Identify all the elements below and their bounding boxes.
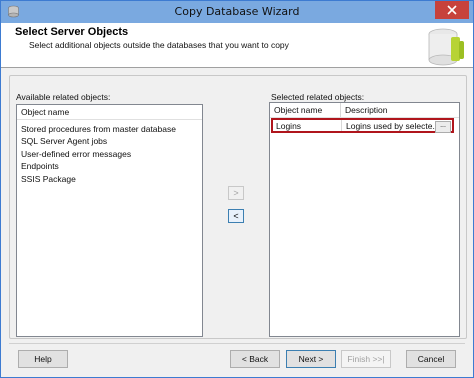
selected-label: Selected related objects: — [271, 92, 365, 102]
list-item[interactable]: User-defined error messages — [21, 148, 131, 160]
help-button[interactable]: Help — [18, 350, 68, 368]
add-object-button[interactable]: > — [228, 186, 244, 200]
wizard-header: Select Server Objects Select additional … — [1, 23, 473, 68]
selected-row-logins[interactable]: Logins Logins used by selecte... ... — [271, 118, 454, 133]
list-item[interactable]: SQL Server Agent jobs — [21, 135, 107, 147]
row-details-button[interactable]: ... — [435, 121, 451, 133]
row-object-name: Logins — [276, 121, 302, 131]
row-description: Logins used by selecte... — [346, 121, 436, 131]
selected-objects-list[interactable]: Object name Description Logins Logins us… — [269, 102, 460, 337]
database-wizard-icon — [428, 28, 464, 66]
title-bar[interactable]: Copy Database Wizard — [1, 1, 473, 23]
window-title: Copy Database Wizard — [174, 5, 300, 18]
wizard-window: Copy Database Wizard Select Server Objec… — [0, 0, 474, 378]
page-title: Select Server Objects — [15, 26, 129, 38]
back-button[interactable]: < Back — [230, 350, 280, 368]
column-object-name[interactable]: Object name — [274, 105, 322, 115]
cancel-button[interactable]: Cancel — [406, 350, 456, 368]
remove-object-button[interactable]: < — [228, 209, 244, 223]
selected-list-header: Object name Description — [270, 103, 459, 118]
close-button[interactable] — [435, 1, 469, 19]
column-separator[interactable] — [340, 103, 341, 117]
column-separator — [341, 120, 342, 131]
available-list-header: Object name — [17, 105, 202, 120]
available-objects-list[interactable]: Object name Stored procedures from maste… — [16, 104, 203, 337]
column-object-name[interactable]: Object name — [21, 107, 69, 117]
close-icon — [447, 5, 457, 15]
finish-button[interactable]: Finish >>| — [341, 350, 391, 368]
list-item[interactable]: Stored procedures from master database — [21, 123, 176, 135]
next-button[interactable]: Next > — [286, 350, 336, 368]
available-label: Available related objects: — [16, 92, 111, 102]
page-subtitle: Select additional objects outside the da… — [29, 40, 289, 50]
list-item[interactable]: SSIS Package — [21, 173, 76, 185]
column-description[interactable]: Description — [345, 105, 388, 115]
list-item[interactable]: Endpoints — [21, 160, 59, 172]
footer-divider — [9, 343, 465, 344]
